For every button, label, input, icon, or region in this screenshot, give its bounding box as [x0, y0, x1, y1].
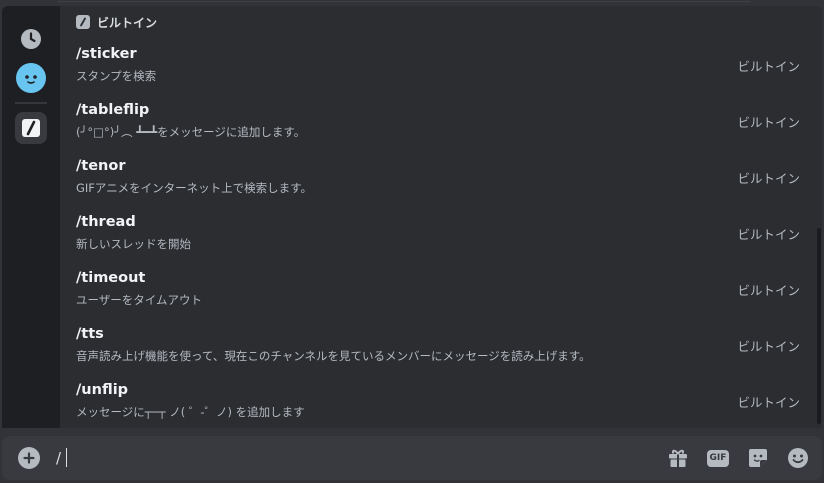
text-caret — [66, 448, 67, 467]
command-description: (╯°□°)╯︵ ┻━┻をメッセージに追加します。 — [76, 125, 306, 139]
command-description: ユーザーをタイムアウト — [76, 293, 203, 307]
builtin-commands-button[interactable] — [15, 112, 47, 144]
command-list-scrollbar[interactable] — [816, 6, 822, 428]
command-description: 新しいスレッドを開始 — [76, 237, 191, 251]
attach-button[interactable] — [18, 447, 40, 469]
gift-icon — [669, 449, 687, 467]
command-source: ビルトイン — [737, 115, 800, 130]
command-description: 音声読み上げ機能を使って、現在このチャンネルを見ているメンバーにメッセージを読み… — [76, 349, 591, 363]
command-description: メッセージに┬─┬ ノ( ゜-゜ノ) を追加します — [76, 405, 305, 419]
builtin-slash-icon — [22, 119, 40, 137]
clock-icon — [21, 29, 41, 49]
command-option[interactable]: /tableflip (╯°□°)╯︵ ┻━┻をメッセージに追加します。 ビルト… — [60, 96, 816, 152]
command-name: /tts — [76, 326, 104, 342]
command-source: ビルトイン — [737, 283, 800, 298]
command-list: ビルトイン /sticker スタンプを検索 ビルトイン /tableflip … — [60, 6, 816, 428]
message-input[interactable] — [56, 446, 616, 470]
command-source: ビルトイン — [737, 227, 800, 242]
command-option[interactable]: /sticker スタンプを検索 ビルトイン — [60, 40, 816, 96]
gif-picker-button[interactable]: GIF — [706, 446, 730, 470]
sticker-icon — [749, 449, 767, 467]
scrollbar-thumb[interactable] — [817, 228, 821, 424]
command-option[interactable]: /unflip メッセージに┬─┬ ノ( ゜-゜ノ) を追加します ビルトイン — [60, 376, 816, 428]
sticker-picker-button[interactable] — [746, 446, 770, 470]
command-name: /timeout — [76, 270, 146, 286]
command-option[interactable]: /timeout ユーザーをタイムアウト ビルトイン — [60, 264, 816, 320]
command-option[interactable]: /tenor GIFアニメをインターネット上で検索します。 ビルトイン — [60, 152, 816, 208]
gift-button[interactable] — [666, 446, 690, 470]
command-name: /thread — [76, 214, 136, 230]
command-source: ビルトイン — [737, 171, 800, 186]
emoji-picker-button[interactable] — [786, 446, 810, 470]
command-name: /sticker — [76, 46, 137, 62]
command-source: ビルトイン — [737, 395, 800, 410]
app-commands-button[interactable] — [16, 63, 46, 93]
bot-avatar-icon — [25, 75, 37, 84]
add-icon — [23, 452, 35, 464]
command-option[interactable]: /thread 新しいスレッドを開始 ビルトイン — [60, 208, 816, 264]
gif-icon: GIF — [707, 449, 729, 467]
command-source: ビルトイン — [737, 59, 800, 74]
section-title: ビルトイン — [97, 15, 158, 30]
rail-divider — [15, 102, 47, 104]
message-composer: GIF — [2, 436, 822, 480]
section-header: ビルトイン — [76, 14, 157, 30]
command-description: GIFアニメをインターネット上で検索します。 — [76, 181, 313, 195]
command-name: /tenor — [76, 158, 126, 174]
command-option[interactable]: /tts 音声読み上げ機能を使って、現在このチャンネルを見ているメンバーにメッセ… — [60, 320, 816, 376]
hidden-message-edge — [58, 0, 750, 2]
command-name: /unflip — [76, 382, 129, 398]
recent-commands-button[interactable] — [16, 24, 46, 54]
emoji-icon — [788, 448, 808, 468]
builtin-section-icon — [76, 15, 90, 29]
command-name: /tableflip — [76, 102, 150, 118]
command-autocomplete-popup: ビルトイン /sticker スタンプを検索 ビルトイン /tableflip … — [2, 6, 822, 428]
command-description: スタンプを検索 — [76, 69, 157, 83]
command-category-rail — [2, 6, 60, 428]
command-source: ビルトイン — [737, 339, 800, 354]
